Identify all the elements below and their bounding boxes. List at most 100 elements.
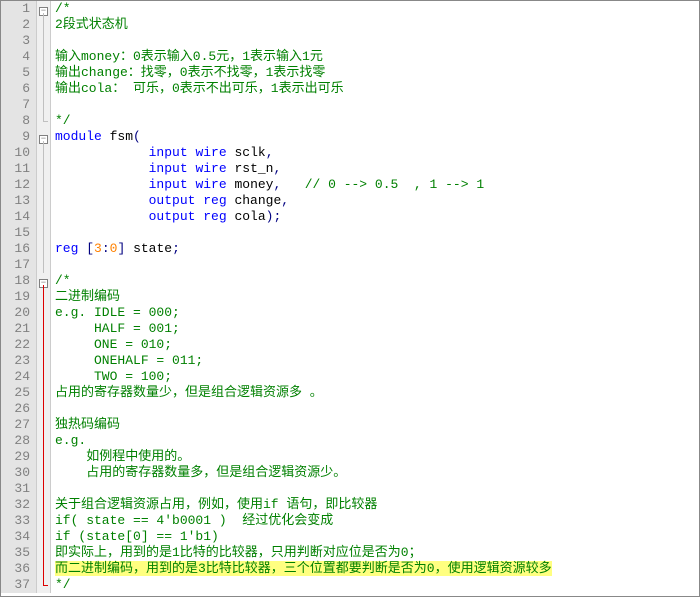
line-number-gutter: 1234567891011121314151617181920212223242… (1, 1, 37, 593)
code-line[interactable]: e.g. (55, 433, 699, 449)
fold-cell (37, 401, 50, 417)
code-line[interactable] (55, 97, 699, 113)
code-line[interactable]: /* (55, 273, 699, 289)
fold-cell (37, 561, 50, 577)
line-number: 24 (5, 369, 30, 385)
code-line[interactable]: 2段式状态机 (55, 17, 699, 33)
fold-cell (37, 17, 50, 33)
code-line[interactable]: 关于组合逻辑资源占用，例如，使用if 语句，即比较器 (55, 497, 699, 513)
code-line[interactable]: input wire money, // 0 --> 0.5 , 1 --> 1 (55, 177, 699, 193)
code-token: /* (55, 1, 71, 16)
code-line[interactable]: HALF = 001; (55, 321, 699, 337)
code-token: ONEHALF = 011; (55, 353, 203, 368)
code-token: input (149, 145, 188, 160)
code-line[interactable]: 而二进制编码，用到的是3比特比较器，三个位置都要判断是否为0，使用逻辑资源较多 (55, 561, 699, 577)
code-line[interactable] (55, 401, 699, 417)
code-line[interactable]: 二进制编码 (55, 289, 699, 305)
code-token: TWO = 100; (55, 369, 172, 384)
code-token: */ (55, 577, 71, 592)
code-line[interactable]: input wire rst_n, (55, 161, 699, 177)
code-line[interactable] (55, 33, 699, 49)
code-token: HALF = 001; (55, 321, 180, 336)
code-line[interactable]: 输出change：找零，0表示不找零，1表示找零 (55, 65, 699, 81)
code-token: // 0 --> 0.5 , 1 --> 1 (281, 177, 484, 192)
code-token: cola (227, 209, 266, 224)
code-line[interactable]: if (state[0] == 1'b1) (55, 529, 699, 545)
code-token: 输出cola： 可乐，0表示不出可乐，1表示出可乐 (55, 81, 344, 96)
code-line[interactable]: output reg cola); (55, 209, 699, 225)
fold-cell (37, 177, 50, 193)
code-token: wire (195, 161, 226, 176)
code-line[interactable]: 如例程中使用的。 (55, 449, 699, 465)
line-number: 30 (5, 465, 30, 481)
fold-cell[interactable]: − (37, 1, 50, 17)
code-line[interactable]: module fsm( (55, 129, 699, 145)
fold-cell[interactable]: − (37, 129, 50, 145)
code-line[interactable]: e.g. IDLE = 000; (55, 305, 699, 321)
line-number: 32 (5, 497, 30, 513)
code-token: e.g. IDLE = 000; (55, 305, 180, 320)
line-number: 18 (5, 273, 30, 289)
fold-cell (37, 369, 50, 385)
code-token: wire (195, 145, 226, 160)
code-token: 占用的寄存器数量少，但是组合逻辑资源多 。 (55, 385, 323, 400)
code-token: state (125, 241, 172, 256)
code-line[interactable] (55, 225, 699, 241)
code-token: reg (203, 193, 226, 208)
fold-cell (37, 161, 50, 177)
code-line[interactable]: 输入money：0表示输入0.5元，1表示输入1元 (55, 49, 699, 65)
code-line[interactable]: */ (55, 113, 699, 129)
code-line[interactable]: */ (55, 577, 699, 593)
line-number: 22 (5, 337, 30, 353)
line-number: 36 (5, 561, 30, 577)
code-line[interactable]: ONE = 010; (55, 337, 699, 353)
code-line[interactable]: 输出cola： 可乐，0表示不出可乐，1表示出可乐 (55, 81, 699, 97)
line-number: 17 (5, 257, 30, 273)
code-editor[interactable]: 1234567891011121314151617181920212223242… (1, 1, 699, 593)
line-number: 9 (5, 129, 30, 145)
code-line[interactable]: ONEHALF = 011; (55, 353, 699, 369)
fold-cell[interactable]: − (37, 273, 50, 289)
code-line[interactable]: input wire sclk, (55, 145, 699, 161)
code-token: , (273, 161, 281, 176)
line-number: 35 (5, 545, 30, 561)
code-line[interactable]: 即实际上，用到的是1比特的比较器，只用判断对应位是否为0； (55, 545, 699, 561)
line-number: 29 (5, 449, 30, 465)
code-token: 输入money：0表示输入0.5元，1表示输入1元 (55, 49, 323, 64)
line-number: 5 (5, 65, 30, 81)
line-number: 19 (5, 289, 30, 305)
fold-cell (37, 433, 50, 449)
code-line[interactable]: output reg change, (55, 193, 699, 209)
fold-cell (37, 529, 50, 545)
code-line[interactable]: 占用的寄存器数量多，但是组合逻辑资源少。 (55, 465, 699, 481)
code-line[interactable]: 独热码编码 (55, 417, 699, 433)
line-number: 15 (5, 225, 30, 241)
fold-cell (37, 113, 50, 129)
code-line[interactable]: TWO = 100; (55, 369, 699, 385)
line-number: 11 (5, 161, 30, 177)
code-token: reg (55, 241, 78, 256)
code-line[interactable]: if( state == 4'b0001 ) 经过优化会变成 (55, 513, 699, 529)
code-line[interactable]: reg [3:0] state; (55, 241, 699, 257)
code-line[interactable]: 占用的寄存器数量少，但是组合逻辑资源多 。 (55, 385, 699, 401)
line-number: 1 (5, 1, 30, 17)
code-line[interactable] (55, 257, 699, 273)
fold-cell (37, 337, 50, 353)
code-line[interactable]: /* (55, 1, 699, 17)
fold-cell (37, 417, 50, 433)
code-token: money (227, 177, 274, 192)
code-line[interactable] (55, 481, 699, 497)
line-number: 27 (5, 417, 30, 433)
code-token: , (266, 145, 274, 160)
code-token: 2段式状态机 (55, 17, 128, 32)
line-number: 34 (5, 529, 30, 545)
line-number: 10 (5, 145, 30, 161)
code-token: */ (55, 113, 71, 128)
fold-cell (37, 385, 50, 401)
code-token: change (227, 193, 282, 208)
code-token: : (102, 241, 110, 256)
line-number: 12 (5, 177, 30, 193)
code-area[interactable]: /*2段式状态机输入money：0表示输入0.5元，1表示输入1元输出chang… (51, 1, 699, 593)
fold-cell (37, 33, 50, 49)
code-token: 关于组合逻辑资源占用，例如，使用if 语句，即比较器 (55, 497, 377, 512)
